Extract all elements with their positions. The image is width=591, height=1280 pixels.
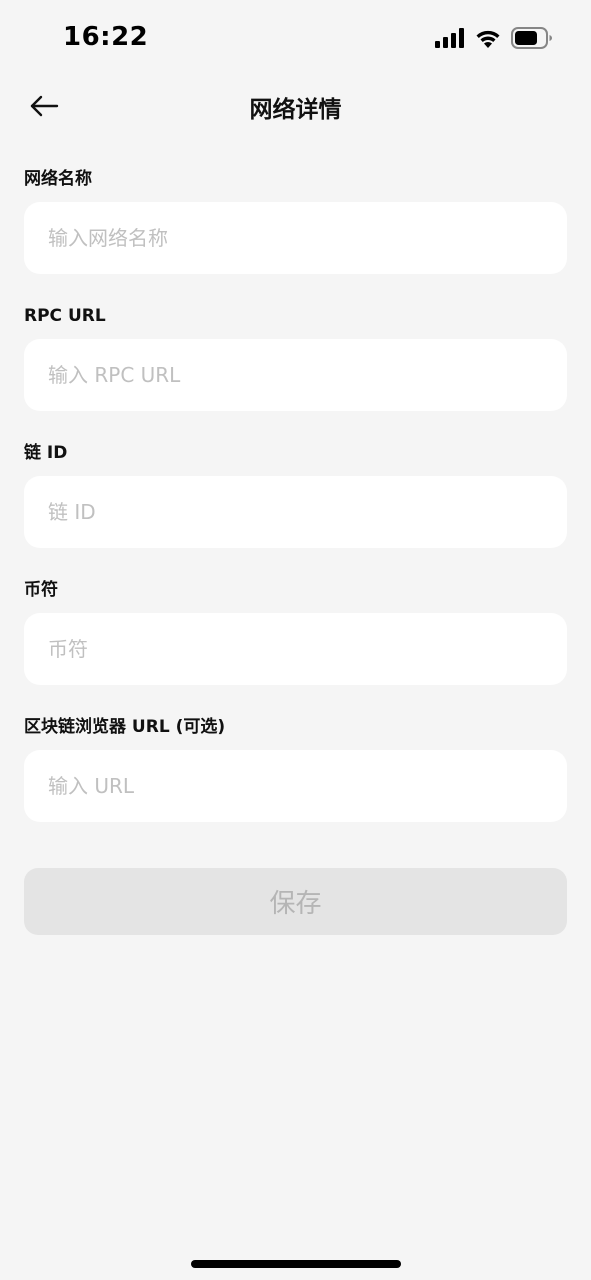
network-name-label: 网络名称 — [24, 169, 92, 189]
home-indicator[interactable] — [191, 1260, 401, 1268]
network-name-group: 网络名称 — [24, 166, 567, 274]
network-name-input[interactable] — [24, 202, 567, 274]
block-explorer-url-label: 区块链浏览器 URL (可选) — [24, 717, 226, 737]
rpc-url-input[interactable] — [24, 339, 567, 411]
currency-symbol-label: 币符 — [24, 580, 58, 600]
wifi-icon — [475, 28, 501, 52]
save-button[interactable]: 保存 — [24, 868, 567, 935]
page-title: 网络详情 — [249, 97, 342, 123]
block-explorer-url-input[interactable] — [24, 750, 567, 822]
status-time: 16:22 — [63, 22, 149, 52]
header: 网络详情 — [0, 80, 591, 132]
status-bar: 16:22 — [0, 0, 591, 80]
chain-id-group: 链 ID — [24, 440, 567, 548]
block-explorer-url-group: 区块链浏览器 URL (可选) — [24, 714, 567, 822]
rpc-url-label: RPC URL — [24, 306, 106, 326]
signal-icon — [435, 28, 465, 52]
battery-icon — [511, 27, 553, 53]
status-icons — [435, 26, 553, 54]
rpc-url-group: RPC URL — [24, 303, 567, 411]
currency-symbol-group: 币符 — [24, 577, 567, 685]
chain-id-label: 链 ID — [24, 443, 68, 463]
currency-symbol-input[interactable] — [24, 613, 567, 685]
network-form: 网络名称 RPC URL 链 ID 币符 区块链浏览器 URL (可选) — [24, 166, 567, 851]
chain-id-input[interactable] — [24, 476, 567, 548]
